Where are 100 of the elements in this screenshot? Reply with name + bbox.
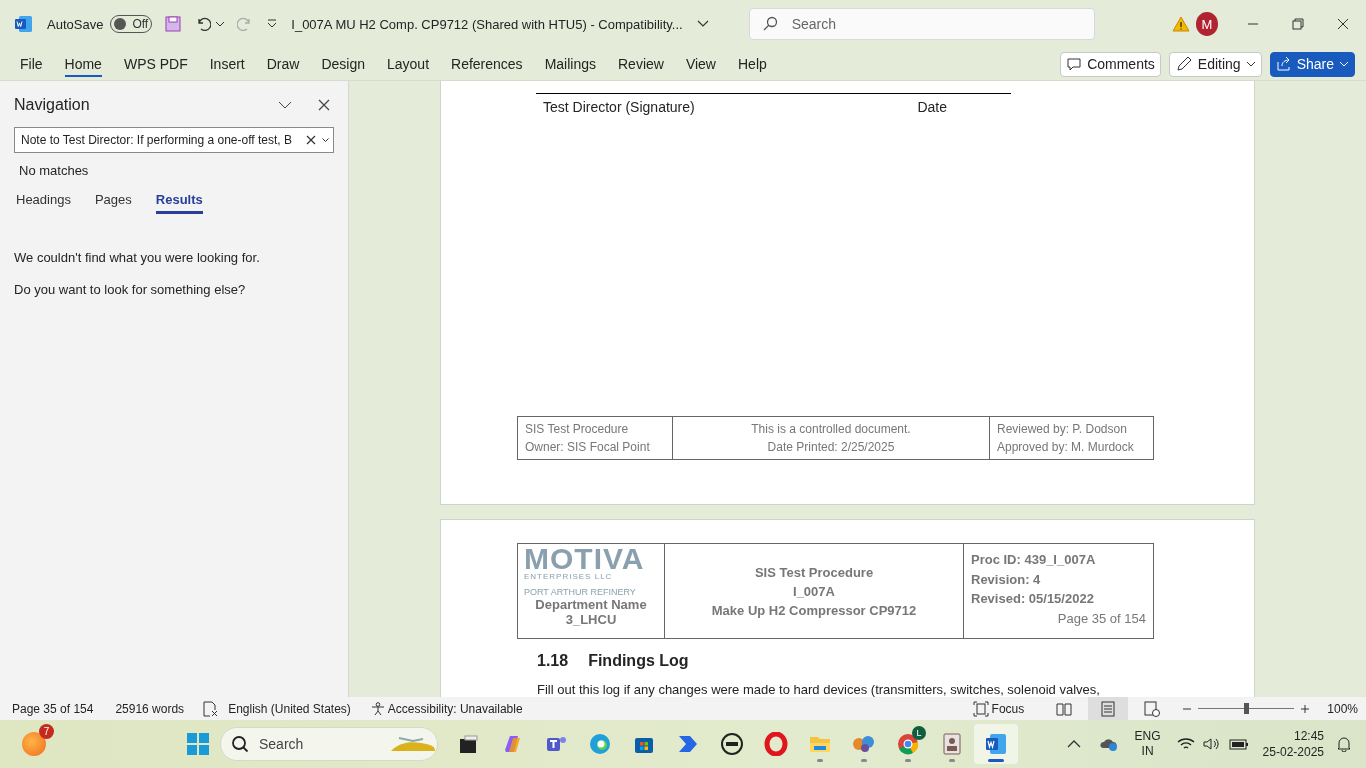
undo-icon[interactable] [195,16,212,32]
editing-button[interactable]: Editing [1168,51,1262,77]
task-view-icon[interactable] [457,733,479,755]
edge-icon[interactable] [588,732,612,756]
ribbon-tab[interactable]: File [9,50,54,78]
language-status[interactable]: English (United States) [228,701,351,716]
pane-title: Navigation [14,96,90,114]
department-text: 3_LHCU [564,612,618,627]
ribbon-tab[interactable]: WPS PDF [112,50,199,78]
start-icon[interactable] [186,732,210,756]
input-language[interactable]: ENG IN [1134,729,1161,759]
ribbon-tab[interactable]: Insert [198,50,256,78]
date-label: Date [917,99,947,115]
pane-tab[interactable]: Results [155,188,203,214]
taskbar-app[interactable] [974,724,1018,764]
accessibility-icon [370,701,385,716]
close-icon[interactable] [318,99,330,111]
company-logo: MOTIVA [524,546,645,572]
opera-icon[interactable] [764,732,788,756]
ribbon-tab[interactable]: References [440,50,534,78]
document-title: I_007A MU H2 Comp. CP9712 (Shared with HTU5) - Compatibility... [291,16,683,32]
restore-icon[interactable] [1292,18,1305,30]
chevron-up-icon[interactable] [1066,739,1081,749]
clear-icon[interactable] [306,135,316,145]
section-number: 1.18 [537,651,569,670]
focus-button[interactable]: Focus [972,700,1025,717]
id-card-icon[interactable] [940,732,964,756]
zoom-slider-thumb[interactable] [1244,703,1250,714]
footer-text: Owner: SIS Focal Point [525,439,651,456]
word-icon[interactable] [984,732,1008,756]
word-icon[interactable] [15,15,33,33]
department-text: Department Name [534,597,648,612]
wifi-icon[interactable] [1176,737,1195,751]
taskbar-search-input[interactable]: Search [257,735,381,753]
accessibility-status[interactable]: Accessibility: Unavailable [370,701,523,716]
page-count[interactable]: Page 35 of 154 [12,701,94,716]
share-button[interactable]: Share [1269,51,1355,77]
zoom-in-icon[interactable] [1300,703,1311,714]
site-name: PORT ARTHUR REFINERY [524,587,637,597]
pane-tab[interactable]: Pages [94,188,132,214]
procedure-title: I_007A [792,582,836,601]
pane-tab[interactable]: Headings [16,188,71,214]
ribbon-tab[interactable]: Design [310,50,376,78]
body-paragraph: Fill out this log if any changes were made to hard devices (transmitters, switches, solenoid valves, [537,682,1101,697]
caret-icon[interactable] [322,137,329,143]
result-message: We couldn't find what you were looking for. [14,250,261,265]
save-icon[interactable] [165,16,182,32]
notification-badge: 7 [39,724,54,739]
notification-bell-icon[interactable] [1336,736,1352,752]
ribbon-tab[interactable]: Mailings [533,50,607,78]
user-avatar[interactable]: M [1195,12,1219,36]
word-count[interactable]: 25916 words [115,701,185,716]
page-number: Page 35 of 154 [1056,609,1146,628]
ribbon-tab[interactable]: Home [53,50,113,78]
share-icon [1275,56,1292,72]
app-badge: L [912,726,926,740]
zoom-level[interactable]: 100% [1327,701,1358,716]
search-icon [231,735,249,753]
footer-text: Reviewed by: P. Dodson [997,421,1128,438]
view-button[interactable] [1088,697,1129,720]
search-status: No matches [19,163,90,178]
warning-icon[interactable] [1171,16,1190,32]
book-icon [1056,700,1073,717]
chrome-icon[interactable] [896,732,920,756]
cloud-sync-icon[interactable] [1098,736,1119,752]
ribbon-tab[interactable]: View [674,50,727,78]
battery-icon[interactable] [1228,737,1249,751]
footer-text: SIS Test Procedure [525,421,630,438]
ribbon-tab[interactable]: Help [727,50,778,78]
search-icon [761,16,778,32]
signature-label: Test Director (Signature) [543,99,695,115]
chevron-down-icon[interactable] [278,101,292,109]
page-icon [1101,700,1116,717]
caret-icon [215,20,226,28]
ribbon-tab[interactable]: Draw [255,50,311,78]
pencil-icon [1174,55,1193,73]
weather-icon[interactable] [22,732,46,756]
search-field[interactable]: Search [748,8,1095,40]
web-page-icon [1144,700,1161,717]
taskbar-app[interactable]: L [886,724,930,764]
autosave-label: AutoSave [47,16,104,32]
clock[interactable]: 12:45 25-02-2025 [1262,728,1324,760]
search-field[interactable]: Note to Test Director: If performing a one-off test, B [14,127,334,153]
ribbon-tab[interactable]: Review [607,50,675,78]
caret-icon [1245,60,1256,68]
search-input[interactable]: Search [789,15,1094,33]
taskbar-search-field[interactable]: Search [220,727,438,761]
ribbon-tab[interactable]: Layout [376,50,441,78]
customize-icon[interactable] [267,19,278,29]
footer-text: Date Printed: 2/25/2025 [766,439,896,456]
logo-subtitle: ENTERPRISES LLC [524,572,614,581]
chevron-down-icon[interactable] [696,20,709,28]
procedure-title: Make Up H2 Compressor CP9712 [710,601,918,620]
comments-button[interactable]: Comments [1060,51,1161,77]
result-message: Do you want to look for something else? [14,282,247,297]
footer-text: Approved by: M. Murdock [997,439,1135,456]
proofing-icon[interactable] [202,700,219,717]
footer-text: This is a controlled document. [750,421,912,438]
volume-icon[interactable] [1202,737,1221,751]
close-icon[interactable] [1337,18,1350,30]
